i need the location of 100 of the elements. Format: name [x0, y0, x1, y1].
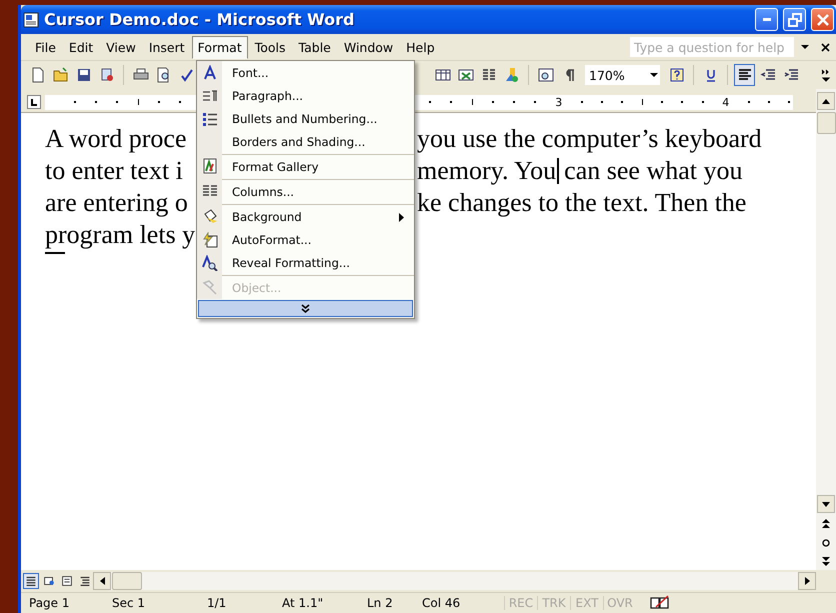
menu-item[interactable]: Background: [222, 206, 414, 228]
document-text: ke changes to the text. Then the: [417, 187, 746, 219]
status-field: Sec 1: [104, 596, 199, 610]
ruler-number: 4: [722, 96, 730, 108]
help-search-field[interactable]: Type a question for help: [630, 37, 794, 57]
zoom-field[interactable]: 170%: [585, 65, 660, 85]
print-preview-icon: [156, 67, 172, 83]
up-arrow-icon: [822, 98, 830, 104]
document-text: can see what you: [564, 155, 742, 187]
horizontal-scrollbar[interactable]: [93, 572, 816, 590]
left-arrow-icon: [100, 577, 104, 585]
menu-item[interactable]: Help: [400, 36, 441, 58]
close-icon: [816, 12, 830, 26]
status-field: At 1.1": [274, 596, 359, 610]
right-arrow-icon: [804, 577, 810, 585]
caret-icon: [800, 43, 808, 51]
expand-menu-button[interactable]: [198, 300, 413, 317]
minimize-button[interactable]: [755, 8, 778, 31]
document-text: to enter text i: [45, 155, 183, 187]
document-text: memory. You: [417, 155, 556, 187]
menu-item[interactable]: Table: [292, 36, 337, 58]
double-down-arrow-icon: [822, 557, 830, 566]
menu-item[interactable]: Paragraph...: [222, 84, 414, 107]
status-mode: OVR: [603, 596, 636, 610]
restore-button[interactable]: [783, 8, 806, 31]
columns-icon: [480, 67, 496, 83]
drawing-icon: [504, 67, 520, 83]
document-icon: [23, 12, 39, 28]
view-button[interactable]: [59, 573, 75, 589]
lightning-document-icon: [202, 232, 218, 248]
spelling-check-icon: [178, 67, 194, 83]
caret-icon: [649, 71, 659, 79]
columns-icon: [202, 182, 218, 198]
scroll-up-button[interactable]: [817, 92, 835, 110]
paragraph-icon: [202, 88, 218, 104]
status-mode: TRK: [537, 596, 570, 610]
tab-selector[interactable]: [27, 95, 41, 109]
save-icon: [76, 67, 92, 83]
scroll-left-button[interactable]: [93, 572, 111, 590]
menu-item[interactable]: Format: [192, 36, 248, 58]
menu-item[interactable]: Reveal Formatting...: [222, 251, 414, 274]
minimize-icon: [762, 18, 770, 21]
menu-item[interactable]: Window: [338, 36, 400, 58]
magnifier-letter-icon: [202, 254, 218, 270]
menu-item[interactable]: File: [29, 36, 62, 58]
status-mode: REC: [504, 596, 537, 610]
print-layout-icon: [60, 573, 74, 589]
table-icon: [434, 67, 450, 83]
window-title: Cursor Demo.doc - Microsoft Word: [44, 10, 356, 29]
new-document-icon: [30, 67, 46, 83]
scroll-down-button[interactable]: [817, 495, 835, 513]
spreadsheet-icon: [458, 67, 474, 83]
status-field: Ln 2: [359, 596, 414, 610]
view-button[interactable]: [23, 573, 39, 589]
menu-item[interactable]: Tools: [248, 36, 292, 58]
document-text: you use the computer’s keyboard: [417, 123, 762, 155]
permission-icon: [98, 67, 114, 83]
scroll-thumb[interactable]: [816, 112, 836, 134]
font-icon: [202, 64, 218, 80]
close-button[interactable]: [811, 8, 834, 31]
bullet-list-icon: [202, 110, 218, 126]
document-text: A word proce: [45, 123, 187, 155]
menu-item[interactable]: Edit: [62, 36, 100, 58]
end-of-document-mark: [45, 252, 65, 254]
align-left-icon: [736, 67, 752, 83]
gallery-icon: [202, 158, 218, 174]
menu-item[interactable]: Borders and Shading...: [222, 130, 414, 153]
status-field: Page 1: [21, 596, 104, 610]
menu-item[interactable]: Bullets and Numbering...: [222, 107, 414, 130]
status-mode: EXT: [570, 596, 603, 610]
book-icon: [650, 594, 670, 608]
double-up-arrow-icon: [822, 519, 830, 528]
object-icon: [202, 278, 218, 294]
help-icon: [668, 67, 684, 83]
menu-item[interactable]: Columns...: [222, 181, 414, 203]
circle-icon: [822, 538, 830, 546]
menu-item[interactable]: Font...: [222, 61, 414, 84]
status-field: 1/1: [199, 596, 274, 610]
ruler-number: 3: [555, 96, 562, 108]
document-map-icon: [538, 67, 554, 83]
open-folder-icon: [52, 67, 68, 83]
down-arrow-icon: [822, 502, 830, 506]
vertical-scrollbar[interactable]: [816, 89, 836, 570]
document-text: are entering o: [45, 187, 188, 219]
left-tab-icon: [30, 98, 38, 106]
submenu-arrow-icon: [399, 212, 404, 222]
text-cursor: [557, 158, 560, 184]
menu-item[interactable]: AutoFormat...: [222, 228, 414, 251]
scroll-right-button[interactable]: [798, 572, 816, 590]
menu-item[interactable]: Format Gallery: [222, 156, 414, 178]
document-text: program lets y: [45, 219, 196, 251]
close-icon: [821, 42, 830, 52]
scroll-thumb[interactable]: [112, 572, 142, 590]
paint-bucket-icon: [202, 208, 218, 224]
restore-icon: [788, 12, 802, 26]
align-left-button[interactable]: [734, 64, 755, 86]
status-field: Col 46: [414, 596, 504, 610]
menu-item[interactable]: Insert: [142, 36, 191, 58]
chevron-icon: [820, 68, 830, 82]
menu-item[interactable]: View: [100, 36, 142, 58]
